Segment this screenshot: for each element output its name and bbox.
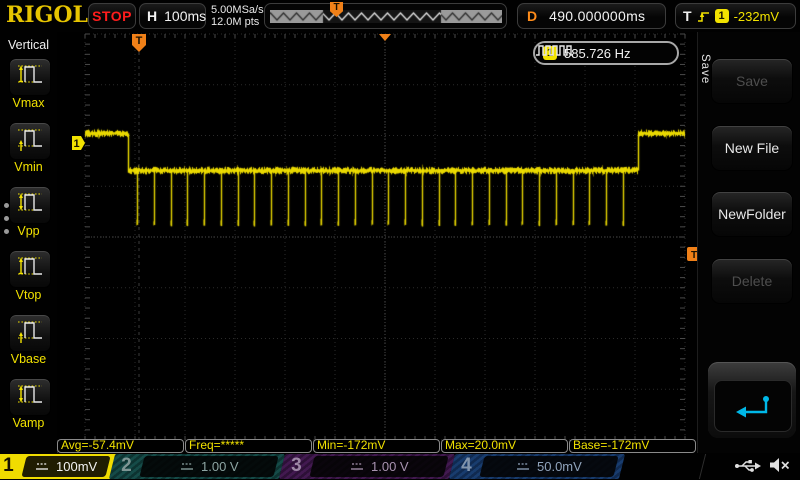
- left-menu-title: Vertical: [8, 38, 49, 52]
- vamp-icon: [15, 381, 45, 414]
- soft-button-delete[interactable]: Delete: [711, 257, 793, 304]
- measurement-box: Base=-172mV: [569, 439, 696, 453]
- channel-chip-1[interactable]: 1 100mV: [0, 454, 118, 479]
- usb-icon: [735, 459, 761, 472]
- channel-bar: 1 100mV 2 1.00 V 3 1.00 V 4 50.0mV: [0, 453, 800, 480]
- top-bar: RIGOL STOP H 100ms 5.00MSa/s 12.0M pts T…: [0, 0, 800, 33]
- trigger-source-badge: 1: [714, 9, 729, 23]
- vtop-icon: [15, 253, 45, 286]
- preview-waveform: [270, 10, 502, 23]
- channel-chip-4[interactable]: 4 50.0mV: [448, 454, 626, 479]
- measurement-box: Min=-172mV: [313, 439, 440, 453]
- channel-chip-2[interactable]: 2 1.00 V: [108, 454, 286, 479]
- delay-value: 490.000000ms: [549, 8, 646, 24]
- sample-rate: 5.00MSa/s: [211, 4, 264, 16]
- status-icons: [734, 456, 790, 474]
- soft-button-new-file[interactable]: New File: [711, 124, 793, 171]
- run-state-button[interactable]: STOP: [88, 3, 136, 29]
- run-state-label: STOP: [92, 8, 132, 24]
- horizontal-label: H: [147, 8, 158, 24]
- memory-waveform-preview: T: [264, 2, 507, 29]
- left-measure-menu: Vertical Vmax Vmin Vpp Vtop Vbase Vamp: [0, 32, 58, 453]
- square-wave-icon: [536, 45, 573, 56]
- vbase-icon: [15, 317, 45, 350]
- coupling-icon: [350, 463, 363, 470]
- back-button-slot: [708, 362, 796, 438]
- right-soft-menu: Save Save New File NewFolder Delete: [697, 32, 800, 453]
- speaker-muted-icon: [770, 458, 790, 472]
- menu-tab-save: Save: [699, 54, 711, 85]
- oscilloscope-screen: RIGOL STOP H 100ms 5.00MSa/s 12.0M pts T…: [0, 0, 800, 480]
- timebase-value: 100ms: [164, 8, 207, 24]
- soft-button-newfolder[interactable]: NewFolder: [711, 191, 793, 237]
- waveform-trace: [57, 32, 705, 444]
- channel-bar-divider: [698, 454, 721, 479]
- acquisition-info: 5.00MSa/s 12.0M pts: [211, 4, 264, 28]
- delay-box: D 490.000000ms: [517, 3, 666, 29]
- frequency-counter: 1 585.726 Hz: [533, 41, 679, 65]
- waveform-display: T1T 1 585.726 Hz: [57, 32, 705, 444]
- trigger-label: T: [683, 8, 692, 24]
- vpp-icon: [15, 189, 45, 222]
- menu-page-indicator: [4, 195, 9, 242]
- measurement-box: Freq=*****: [185, 439, 312, 453]
- memory-depth: 12.0M pts: [211, 16, 260, 28]
- back-button[interactable]: [714, 380, 792, 432]
- brand-logo: RIGOL: [6, 2, 88, 28]
- trigger-box: T 1 -232mV: [675, 3, 796, 29]
- vmax-icon: [15, 61, 45, 94]
- channel-chip-3[interactable]: 3 1.00 V: [278, 454, 456, 479]
- coupling-icon: [180, 463, 193, 470]
- trigger-level-value: -232mV: [733, 8, 780, 24]
- coupling-icon: [35, 463, 48, 470]
- coupling-icon: [517, 463, 530, 470]
- measurement-box: Max=20.0mV: [441, 439, 568, 453]
- return-arrow-icon: [736, 395, 769, 417]
- measurement-bar: Avg=-57.4mV Freq=***** Min=-172mV Max=20…: [57, 439, 697, 453]
- measurement-box: Avg=-57.4mV: [57, 439, 184, 453]
- horizontal-timebase-box: H 100ms: [139, 3, 206, 29]
- soft-button-save[interactable]: Save: [711, 58, 793, 104]
- rising-edge-icon: [697, 11, 709, 22]
- delay-label: D: [527, 8, 538, 24]
- vmin-icon: [15, 125, 45, 158]
